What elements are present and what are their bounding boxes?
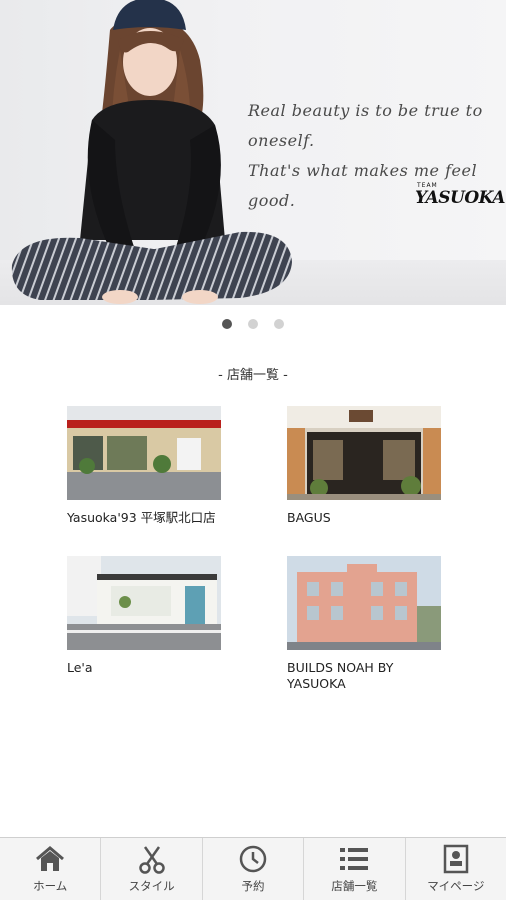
tab-mypage[interactable]: マイページ (406, 838, 506, 900)
home-icon (33, 844, 67, 874)
tab-style[interactable]: スタイル (101, 838, 203, 900)
profile-icon (439, 844, 473, 874)
brand-logo: TEAM YASUOKA (415, 180, 505, 220)
store-name: Yasuoka'93 平塚駅北口店 (67, 510, 216, 525)
store-name: BUILDS NOAH BY YASUOKA (287, 660, 394, 691)
tab-label: スタイル (128, 879, 175, 893)
store-card-yasuoka93[interactable]: Yasuoka'93 平塚駅北口店 (67, 406, 227, 526)
store-card-builds-noah[interactable]: BUILDS NOAH BY YASUOKA (287, 556, 447, 692)
carousel-dot-3[interactable] (274, 319, 284, 329)
carousel-dot-2[interactable] (248, 319, 258, 329)
store-photo (287, 556, 441, 650)
brand-logo-name: YASUOKA (415, 188, 505, 208)
carousel-dot-1[interactable] (222, 319, 232, 329)
list-icon (337, 844, 371, 874)
tab-reserve[interactable]: 予約 (203, 838, 305, 900)
tab-store-list[interactable]: 店舗一覧 (304, 838, 406, 900)
bottom-tab-bar: ホーム スタイル 予約 店舗一覧 マイページ (0, 837, 506, 900)
section-title: - 店舗一覧 - (218, 368, 288, 383)
carousel-indicator (0, 319, 506, 329)
tab-label: ホーム (33, 879, 68, 893)
clock-icon (236, 844, 270, 874)
hero-tagline-line1: Real beauty is to be true to oneself. (248, 101, 483, 150)
store-card-bagus[interactable]: BAGUS (287, 406, 447, 526)
store-name: Le'a (67, 660, 93, 675)
store-name: BAGUS (287, 510, 331, 525)
tab-home[interactable]: ホーム (0, 838, 102, 900)
hero-banner[interactable]: Real beauty is to be true to oneself. Th… (0, 0, 506, 305)
scissors-icon (135, 844, 169, 874)
store-photo (67, 406, 221, 500)
tab-label: マイページ (427, 879, 485, 893)
tab-label: 店舗一覧 (331, 879, 378, 893)
store-photo (67, 556, 221, 650)
store-photo (287, 406, 441, 500)
tab-label: 予約 (241, 879, 265, 893)
store-card-lea[interactable]: Le'a (67, 556, 227, 676)
